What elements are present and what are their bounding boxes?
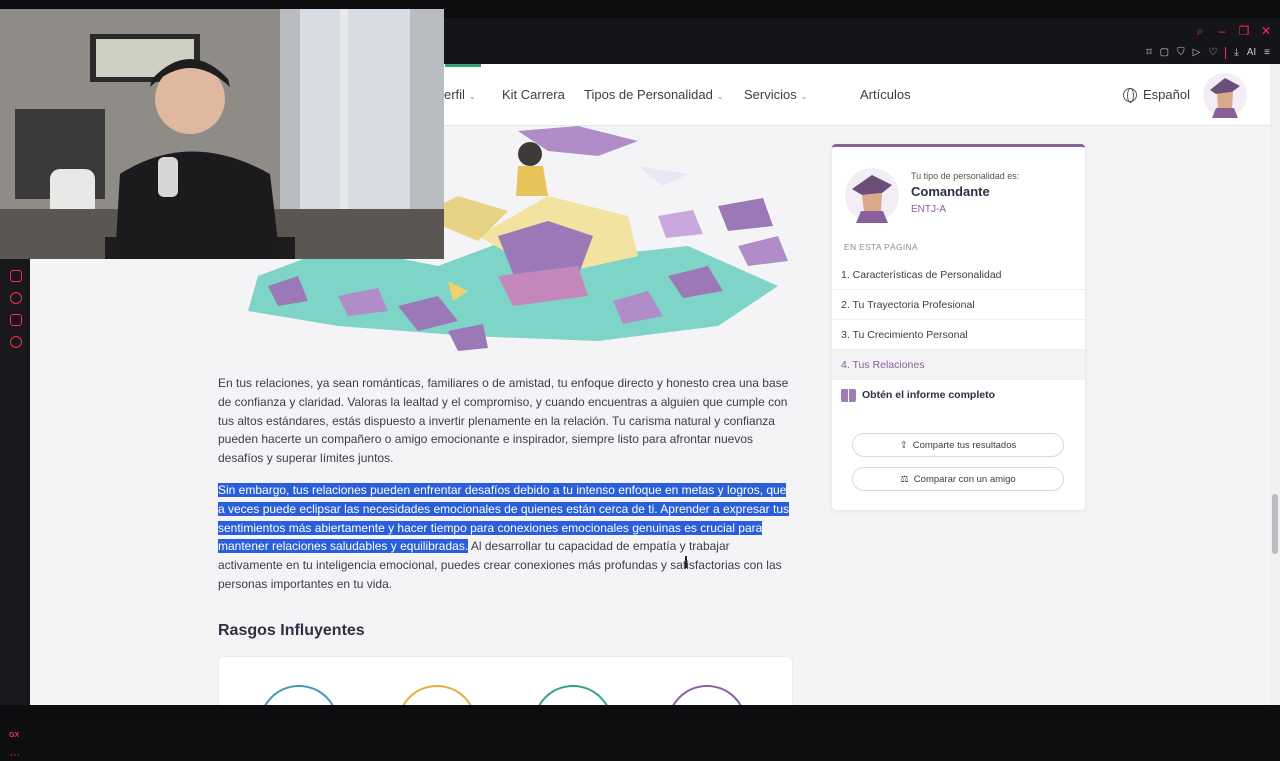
on-this-page-label: EN ESTA PÁGINA xyxy=(844,242,918,252)
share-icon: ⇪ xyxy=(899,439,908,451)
language-label: Español xyxy=(1143,87,1190,102)
sidebar-pin-icon[interactable] xyxy=(10,270,22,282)
nav-item-perfil[interactable]: erfil ⌄ xyxy=(444,87,476,102)
trait-ring xyxy=(259,685,339,705)
book-icon xyxy=(841,388,856,402)
trait-ring xyxy=(533,685,613,705)
relationships-paragraph-1: En tus relaciones, ya sean románticas, f… xyxy=(218,376,789,466)
more-icon[interactable]: ⋯ xyxy=(10,750,20,761)
snapshot-icon[interactable]: ▢ xyxy=(1160,46,1169,60)
section-heading: Rasgos Influyentes xyxy=(218,622,365,639)
restore-icon[interactable]: ❐ xyxy=(1238,24,1250,38)
heart-icon[interactable]: ♡ xyxy=(1208,46,1217,60)
page-scrollbar[interactable] xyxy=(1270,64,1280,705)
share-results-label: Comparte tus resultados xyxy=(912,439,1017,451)
download-icon[interactable]: ⤓ xyxy=(1234,46,1238,60)
trait-ring xyxy=(667,685,747,705)
nav-item-tipos[interactable]: Tipos de Personalidad ⌄ xyxy=(584,87,724,102)
search-icon[interactable]: ⌕ xyxy=(1194,24,1206,38)
nav-item-articulos[interactable]: Artículos xyxy=(860,87,911,102)
toc-link-trayectoria[interactable]: 2. Tu Trayectoria Profesional xyxy=(832,290,1085,320)
traits-card xyxy=(218,656,793,705)
nav-active-indicator xyxy=(445,64,481,67)
toolbar-separator xyxy=(1225,47,1227,59)
text-cursor xyxy=(685,556,687,568)
compare-friend-label: Comparar con un amigo xyxy=(913,473,1016,485)
language-selector[interactable]: Español xyxy=(1123,87,1190,103)
type-label: Tu tipo de personalidad es: xyxy=(911,171,1020,181)
pin-icon[interactable]: ⌑ xyxy=(1147,46,1152,60)
compare-icon: ⚖ xyxy=(900,473,909,485)
personality-avatar xyxy=(845,168,899,223)
chevron-down-icon: ⌄ xyxy=(800,92,808,101)
nav-item-kit-carrera[interactable]: Kit Carrera xyxy=(502,87,565,102)
toc-link-caracteristicas[interactable]: 1. Características de Personalidad xyxy=(832,260,1085,290)
menu-icon[interactable]: ≡ xyxy=(1264,46,1270,60)
extensions-icon[interactable] xyxy=(10,314,22,326)
trait-ring xyxy=(397,685,477,705)
full-report-link[interactable]: Obtén el informe completo xyxy=(832,380,1085,410)
full-report-label: Obtén el informe completo xyxy=(862,389,996,401)
gx-logo: GX xyxy=(9,732,20,739)
chevron-down-icon: ⌄ xyxy=(716,92,724,101)
toc-link-relaciones[interactable]: 4. Tus Relaciones xyxy=(832,350,1085,380)
bottom-strip xyxy=(0,705,1280,720)
toc-link-crecimiento[interactable]: 3. Tu Crecimiento Personal xyxy=(832,320,1085,350)
close-icon[interactable]: ✕ xyxy=(1260,24,1272,38)
relationships-paragraph-2: Sin embargo, tus relaciones pueden enfre… xyxy=(218,481,796,594)
type-code: ENTJ-A xyxy=(911,204,946,215)
chevron-down-icon: ⌄ xyxy=(468,92,476,101)
type-name: Comandante xyxy=(911,184,990,199)
settings-icon[interactable] xyxy=(10,336,22,348)
play-icon[interactable]: ▷ xyxy=(1193,46,1201,60)
toolbar-icons: ⌑ ▢ ⛉ ▷ ♡ ⤓ AI ≡ xyxy=(1147,46,1270,60)
globe-icon xyxy=(1123,87,1137,103)
share-results-button[interactable]: ⇪ Comparte tus resultados xyxy=(852,433,1064,457)
avatar[interactable] xyxy=(1202,72,1248,118)
minimize-icon[interactable]: – xyxy=(1216,24,1228,38)
personality-sidebar-card: Tu tipo de personalidad es: Comandante E… xyxy=(832,144,1085,510)
compare-friend-button[interactable]: ⚖ Comparar con un amigo xyxy=(852,467,1064,491)
window-controls: ⌕ – ❐ ✕ xyxy=(1194,24,1272,38)
nav-item-servicios[interactable]: Servicios ⌄ xyxy=(744,87,807,102)
history-icon[interactable] xyxy=(10,292,22,304)
scrollbar-thumb[interactable] xyxy=(1272,494,1278,554)
ai-button[interactable]: AI xyxy=(1247,46,1256,60)
shield-icon[interactable]: ⛉ xyxy=(1177,46,1185,60)
webcam-overlay xyxy=(0,9,444,259)
